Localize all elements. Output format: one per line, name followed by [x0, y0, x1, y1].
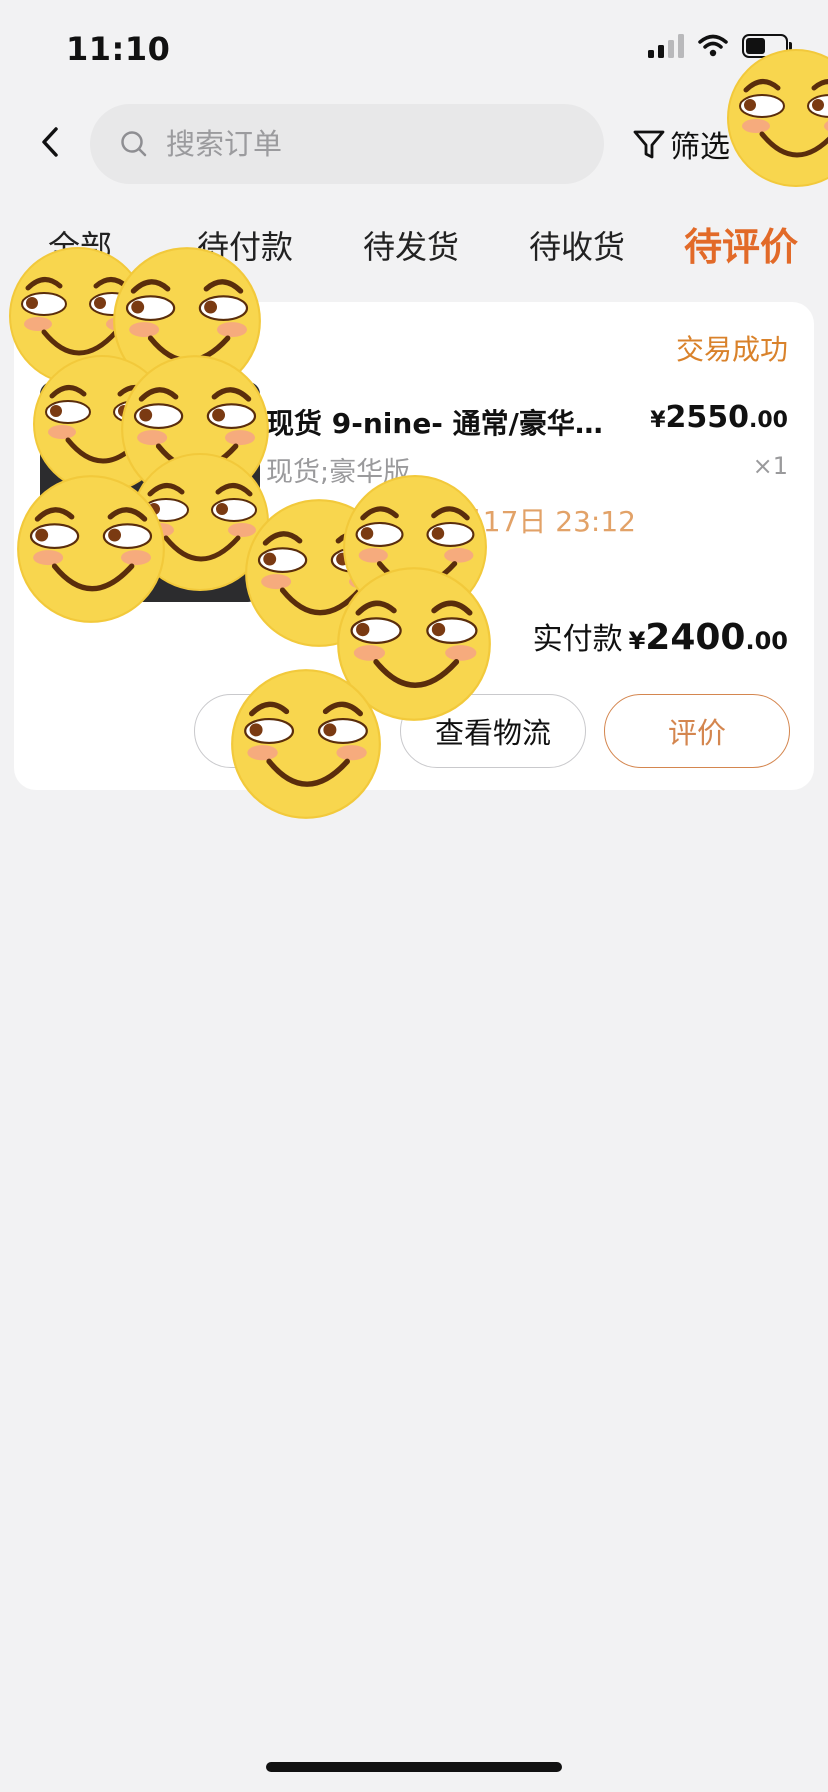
tab-pending-receipt[interactable]: 待收货: [529, 222, 625, 268]
paid-currency: ¥: [628, 627, 646, 655]
paid-label: 实付款: [532, 622, 623, 657]
filter-icon: [633, 130, 665, 159]
price-decimal: .00: [749, 408, 788, 433]
home-indicator: [266, 1762, 562, 1772]
price-currency: ¥: [650, 408, 666, 433]
product-spec: 现货;豪华版: [266, 457, 411, 488]
paid-decimal: .00: [745, 627, 788, 655]
status-bar: 11:10: [0, 0, 828, 100]
filter-button[interactable]: 筛选: [632, 120, 730, 168]
view-logistics-button[interactable]: 查看物流: [400, 694, 586, 768]
status-time: 11:10: [66, 30, 171, 68]
tab-pending-review[interactable]: 待评价: [684, 216, 798, 271]
product-quantity: ×1: [752, 452, 788, 480]
wifi-icon: [698, 34, 728, 57]
battery-icon: [742, 34, 792, 58]
more-button[interactable]: 卖: [194, 694, 356, 768]
order-status: 交易成功: [675, 333, 788, 366]
back-button[interactable]: [26, 118, 74, 166]
filter-label: 筛选: [670, 130, 730, 165]
order-card[interactable]: 交易成功 现货 9-nine- 通常/豪华… ¥2550.00 现货;豪华版 ×…: [14, 302, 814, 790]
paid-integer: 2400: [645, 617, 746, 658]
order-time: 月17日 23:12: [454, 505, 636, 538]
search-icon: [121, 131, 147, 157]
search-box[interactable]: [90, 104, 604, 184]
order-tabs: 全部 待付款 待发货 待收货 待评价: [0, 208, 828, 278]
header: 筛选: [0, 100, 828, 190]
tab-pending-shipment[interactable]: 待发货: [363, 222, 459, 268]
cellular-signal-icon: [648, 34, 684, 58]
product-price: ¥2550.00: [650, 400, 788, 435]
review-button[interactable]: 评价: [604, 694, 790, 768]
product-title[interactable]: 现货 9-nine- 通常/豪华…: [266, 402, 646, 442]
tab-all[interactable]: 全部: [48, 222, 112, 268]
product-image[interactable]: [40, 382, 260, 602]
paid-amount: 实付款 ¥ 2400 .00: [533, 614, 788, 658]
price-integer: 2550: [665, 400, 750, 435]
back-chevron-icon: [42, 127, 58, 157]
tab-pending-payment[interactable]: 待付款: [197, 222, 293, 268]
search-input[interactable]: [166, 127, 566, 161]
status-icons: [648, 34, 792, 58]
